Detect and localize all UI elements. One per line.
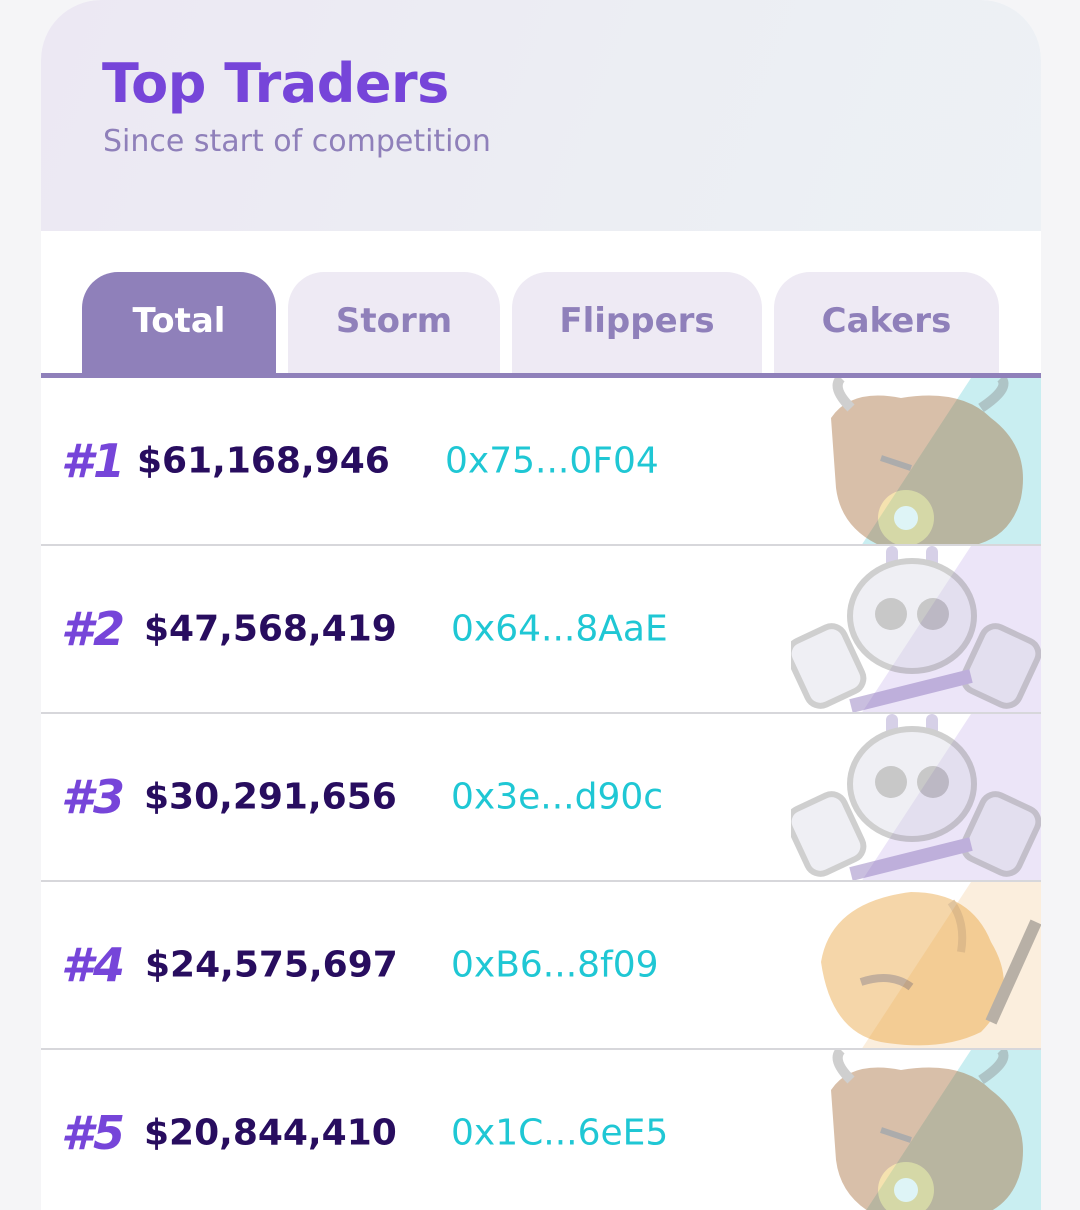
rank-label: #2 (61, 602, 126, 656)
leaderboard-row[interactable]: #4 $24,575,697 0xB6...8f09 (41, 882, 1041, 1050)
team-tabs: Total Storm Flippers Cakers (41, 231, 1041, 379)
tab-label: Total (132, 300, 226, 341)
wallet-address[interactable]: 0x1C...6eE5 (451, 1113, 668, 1154)
tab-label: Storm (335, 300, 453, 341)
wallet-address[interactable]: 0x3e...d90c (451, 777, 663, 818)
rank-label: #1 (61, 434, 126, 488)
rank-label: #4 (61, 938, 126, 992)
page-subtitle: Since start of competition (103, 124, 491, 159)
wallet-address[interactable]: 0xB6...8f09 (451, 945, 659, 986)
tab-label: Flippers (559, 300, 715, 341)
top-traders-card: Top Traders Since start of competition T… (41, 0, 1041, 1210)
bunny-skull-spatulas-icon (791, 546, 1041, 712)
volume-value: $20,844,410 (144, 1112, 397, 1154)
volume-value: $30,291,656 (144, 776, 397, 818)
rank-label: #5 (61, 1106, 126, 1160)
volume-value: $47,568,419 (144, 608, 397, 650)
volume-value: $61,168,946 (137, 440, 390, 482)
bunny-skull-spatulas-icon (791, 714, 1041, 880)
rank-label: #3 (61, 770, 126, 824)
leaderboard-row[interactable]: #5 $20,844,410 0x1C...6eE5 (41, 1050, 1041, 1210)
tab-flippers[interactable]: Flippers (512, 272, 762, 375)
wallet-address[interactable]: 0x75...0F04 (445, 441, 659, 482)
page-title: Top Traders (102, 52, 449, 115)
tab-label: Cakers (821, 300, 952, 341)
wallet-address[interactable]: 0x64...8AaE (451, 609, 668, 650)
leaderboard-row[interactable]: #1 $61,168,946 0x75...0F04 (41, 378, 1041, 546)
bull-mascot-icon (831, 1050, 1023, 1210)
volume-value: $24,575,697 (145, 944, 398, 986)
leaderboard-row[interactable]: #3 $30,291,656 0x3e...d90c (41, 714, 1041, 882)
tab-cakers[interactable]: Cakers (774, 272, 999, 375)
tab-storm[interactable]: Storm (288, 272, 500, 375)
flame-mascot-icon (821, 892, 1041, 1046)
card-header: Top Traders Since start of competition (41, 0, 1041, 231)
tab-total[interactable]: Total (82, 272, 276, 375)
leaderboard-row[interactable]: #2 $47,568,419 0x64...8AaE (41, 546, 1041, 714)
bull-mascot-icon (831, 378, 1023, 544)
leaderboard-list: #1 $61,168,946 0x75...0F04 #2 $47,568,41… (41, 378, 1041, 1210)
